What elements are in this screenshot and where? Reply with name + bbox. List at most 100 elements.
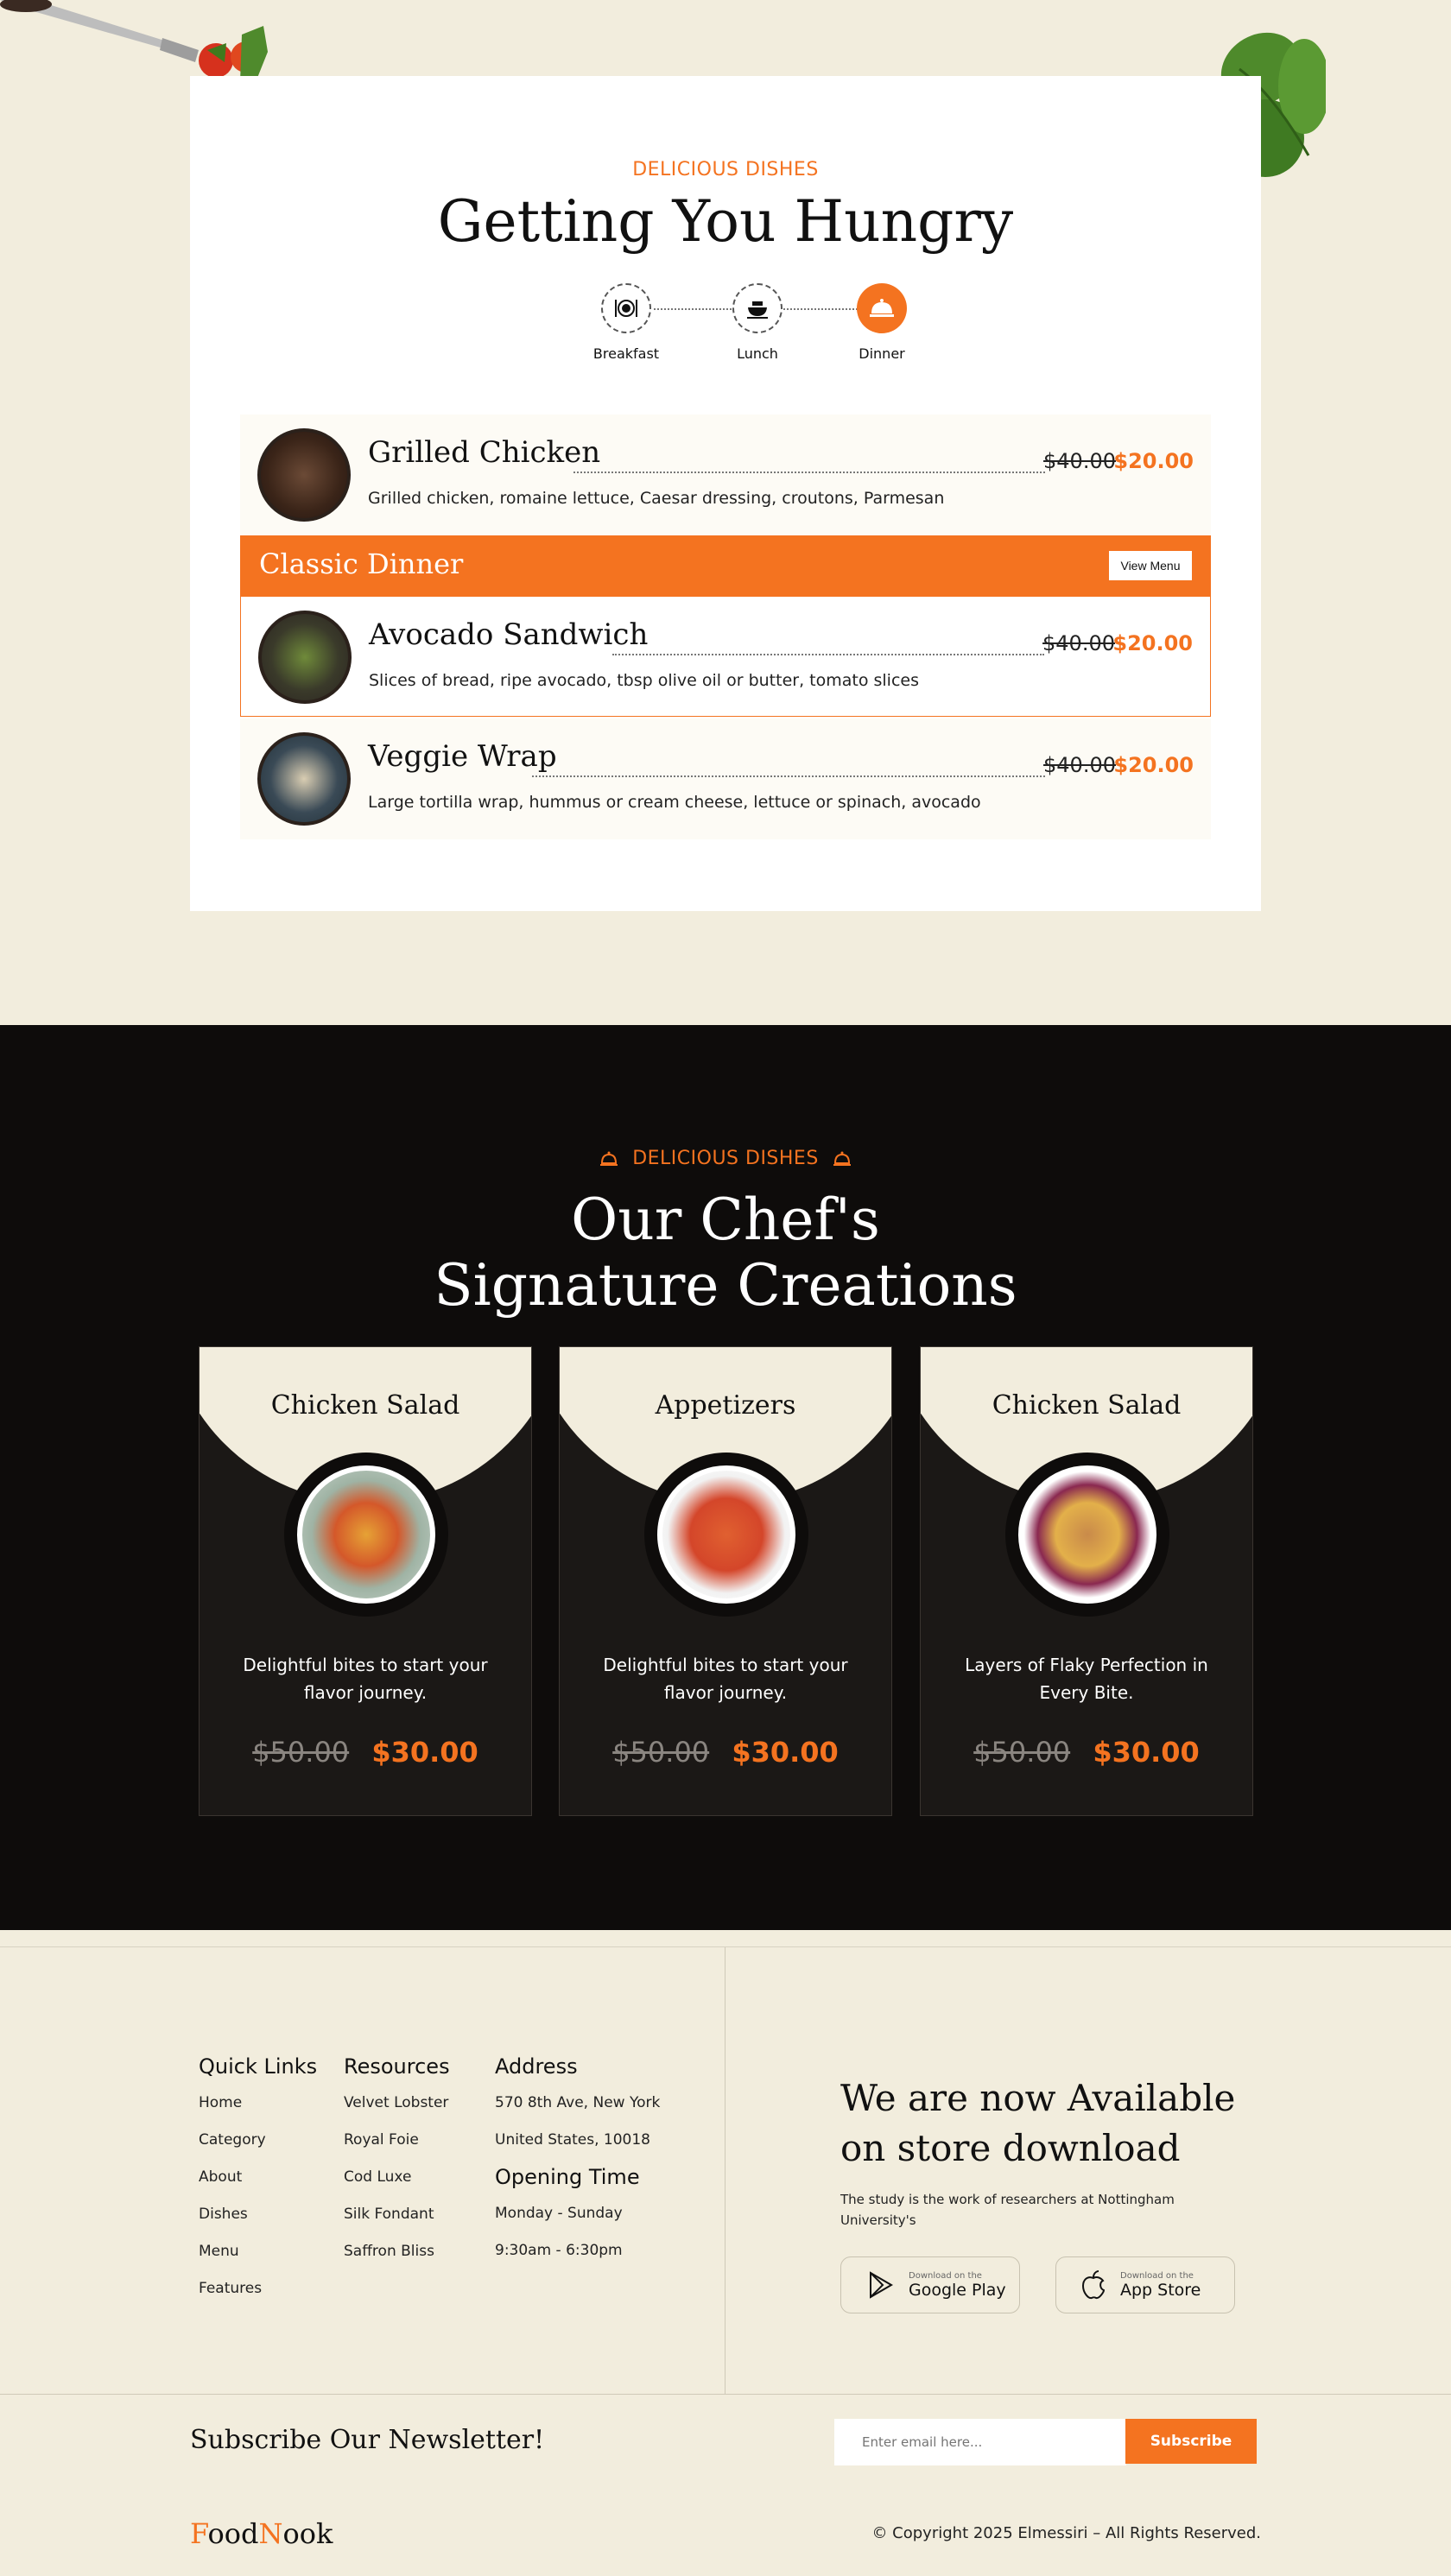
footer-link-home[interactable]: Home bbox=[199, 2094, 317, 2111]
dish-old-price: $40.00 bbox=[1043, 449, 1116, 473]
eyebrow-text: DELICIOUS DISHES bbox=[632, 1148, 819, 1169]
footer-link-menu[interactable]: Menu bbox=[199, 2243, 317, 2260]
card-title: Appetizers bbox=[655, 1390, 796, 1421]
dish-name: Grilled Chicken bbox=[368, 435, 601, 470]
card-old-price: $50.00 bbox=[973, 1736, 1071, 1769]
signature-card[interactable]: Chicken Salad Delightful bites to start … bbox=[199, 1346, 532, 1816]
footer-link-resource[interactable]: Saffron Bliss bbox=[344, 2243, 450, 2260]
dish-description: Slices of bread, ripe avocado, tbsp oliv… bbox=[369, 671, 919, 690]
dish-description: Large tortilla wrap, hummus or cream che… bbox=[368, 793, 981, 812]
dish-image bbox=[257, 428, 351, 522]
card-description: Delightful bites to start your flavor jo… bbox=[603, 1655, 848, 1703]
card-old-price: $50.00 bbox=[612, 1736, 710, 1769]
dish-row[interactable]: Avocado Sandwich $40.00 $20.00 Slices of… bbox=[240, 596, 1211, 717]
store-name: Google Play bbox=[909, 2280, 1006, 2300]
tab-label: Dinner bbox=[859, 345, 905, 362]
tab-label: Breakfast bbox=[592, 345, 660, 362]
logo-letter: F bbox=[190, 2517, 208, 2550]
footer-link-resource[interactable]: Silk Fondant bbox=[344, 2206, 450, 2223]
card-prices: $50.00 $30.00 bbox=[200, 1736, 531, 1769]
tab-lunch[interactable]: Lunch bbox=[706, 283, 809, 362]
google-play-button[interactable]: Download on the Google Play bbox=[840, 2256, 1020, 2313]
hours-line: Monday - Sunday bbox=[495, 2205, 623, 2222]
logo-letter: N bbox=[258, 2517, 283, 2550]
footer-link-resource[interactable]: Velvet Lobster bbox=[344, 2094, 450, 2111]
cloche-icon bbox=[833, 1151, 851, 1166]
meal-tabs: Breakfast Lunch Dinner bbox=[574, 283, 911, 370]
classic-dinner-banner: Classic Dinner View Menu bbox=[240, 535, 1211, 596]
menu-title: Getting You Hungry bbox=[437, 188, 1014, 255]
card-price: $30.00 bbox=[371, 1736, 478, 1769]
app-store-button[interactable]: Download on the App Store bbox=[1055, 2256, 1235, 2313]
logo[interactable]: FoodNook bbox=[190, 2517, 333, 2550]
tab-dinner[interactable]: Dinner bbox=[830, 283, 934, 362]
card-prices: $50.00 $30.00 bbox=[921, 1736, 1252, 1769]
horizontal-divider bbox=[0, 2394, 1451, 2395]
signature-card[interactable]: Appetizers Delightful bites to start you… bbox=[559, 1346, 892, 1816]
card-prices: $50.00 $30.00 bbox=[560, 1736, 891, 1769]
card-description: Delightful bites to start your flavor jo… bbox=[243, 1655, 488, 1703]
dish-price: $20.00 bbox=[1113, 449, 1194, 473]
tab-label: Lunch bbox=[737, 345, 778, 362]
quick-links-column: Quick Links Home Category About Dishes M… bbox=[199, 2054, 317, 2317]
footer-link-dishes[interactable]: Dishes bbox=[199, 2206, 317, 2223]
footer-link-resource[interactable]: Cod Luxe bbox=[344, 2168, 450, 2186]
resources-column: Resources Velvet Lobster Royal Foie Cod … bbox=[344, 2054, 450, 2280]
plate-cutlery-icon bbox=[601, 283, 651, 333]
dish-price: $20.00 bbox=[1113, 753, 1194, 777]
dish-image bbox=[644, 1453, 808, 1617]
google-play-icon bbox=[870, 2271, 893, 2299]
column-heading: Address bbox=[495, 2054, 578, 2079]
heading-line: We are now Available bbox=[840, 2077, 1236, 2119]
dish-image bbox=[257, 732, 351, 826]
dish-name: Avocado Sandwich bbox=[369, 617, 649, 652]
signature-eyebrow: DELICIOUS DISHES bbox=[0, 1148, 1451, 1169]
address-line: United States, 10018 bbox=[495, 2131, 651, 2149]
opening-time-heading: Opening Time bbox=[495, 2165, 640, 2189]
subscribe-button[interactable]: Subscribe bbox=[1125, 2419, 1257, 2464]
column-heading: Resources bbox=[344, 2054, 450, 2079]
footer: Quick Links Home Category About Dishes M… bbox=[0, 1946, 1451, 2576]
dish-row[interactable]: Grilled Chicken $40.00 $20.00 Grilled ch… bbox=[240, 415, 1211, 535]
vertical-divider bbox=[725, 1947, 726, 2394]
address-column: Address 570 8th Ave, New York United Sta… bbox=[495, 2054, 660, 2279]
dotted-leader bbox=[573, 472, 1045, 473]
dish-image bbox=[258, 611, 352, 704]
logo-text: ood bbox=[207, 2517, 259, 2550]
store-heading: We are now Available on store download bbox=[840, 2073, 1235, 2174]
tab-breakfast[interactable]: Breakfast bbox=[574, 283, 678, 362]
menu-section: DELICIOUS DISHES Getting You Hungry Brea… bbox=[190, 76, 1261, 911]
hours-line: 9:30am - 6:30pm bbox=[495, 2242, 623, 2259]
dish-image bbox=[284, 1453, 448, 1617]
copyright: © Copyright 2025 Elmessiri – All Rights … bbox=[871, 2524, 1261, 2542]
card-title: Chicken Salad bbox=[992, 1390, 1182, 1421]
title-line: Our Chef's bbox=[571, 1187, 880, 1253]
dish-name: Veggie Wrap bbox=[368, 739, 557, 774]
store-small-text: Download on the bbox=[1120, 2270, 1194, 2281]
store-description: The study is the work of researchers at … bbox=[840, 2192, 1175, 2228]
signature-card[interactable]: Chicken Salad Layers of Flaky Perfection… bbox=[920, 1346, 1253, 1816]
card-description: Layers of Flaky Perfection in Every Bite… bbox=[965, 1655, 1208, 1703]
dotted-leader bbox=[612, 654, 1044, 655]
apple-icon bbox=[1081, 2270, 1106, 2300]
address-line: 570 8th Ave, New York bbox=[495, 2094, 661, 2111]
card-price: $30.00 bbox=[1093, 1736, 1200, 1769]
email-input[interactable] bbox=[834, 2419, 1126, 2465]
dish-image bbox=[1005, 1453, 1169, 1617]
logo-text: ook bbox=[282, 2517, 333, 2550]
footer-link-about[interactable]: About bbox=[199, 2168, 317, 2186]
store-name: App Store bbox=[1120, 2280, 1201, 2300]
footer-link-resource[interactable]: Royal Foie bbox=[344, 2131, 450, 2149]
footer-link-features[interactable]: Features bbox=[199, 2280, 317, 2297]
footer-link-category[interactable]: Category bbox=[199, 2131, 317, 2149]
cloche-icon bbox=[857, 283, 907, 333]
dish-row[interactable]: Veggie Wrap $40.00 $20.00 Large tortilla… bbox=[240, 718, 1211, 839]
title-line: Signature Creations bbox=[434, 1252, 1017, 1319]
dish-price: $20.00 bbox=[1112, 631, 1193, 655]
card-title: Chicken Salad bbox=[270, 1390, 460, 1421]
store-small-text: Download on the bbox=[909, 2270, 982, 2281]
view-menu-button[interactable]: View Menu bbox=[1109, 551, 1192, 580]
serving-bowl-icon bbox=[732, 283, 783, 333]
dish-old-price: $40.00 bbox=[1042, 631, 1115, 655]
dish-description: Grilled chicken, romaine lettuce, Caesar… bbox=[368, 489, 945, 508]
